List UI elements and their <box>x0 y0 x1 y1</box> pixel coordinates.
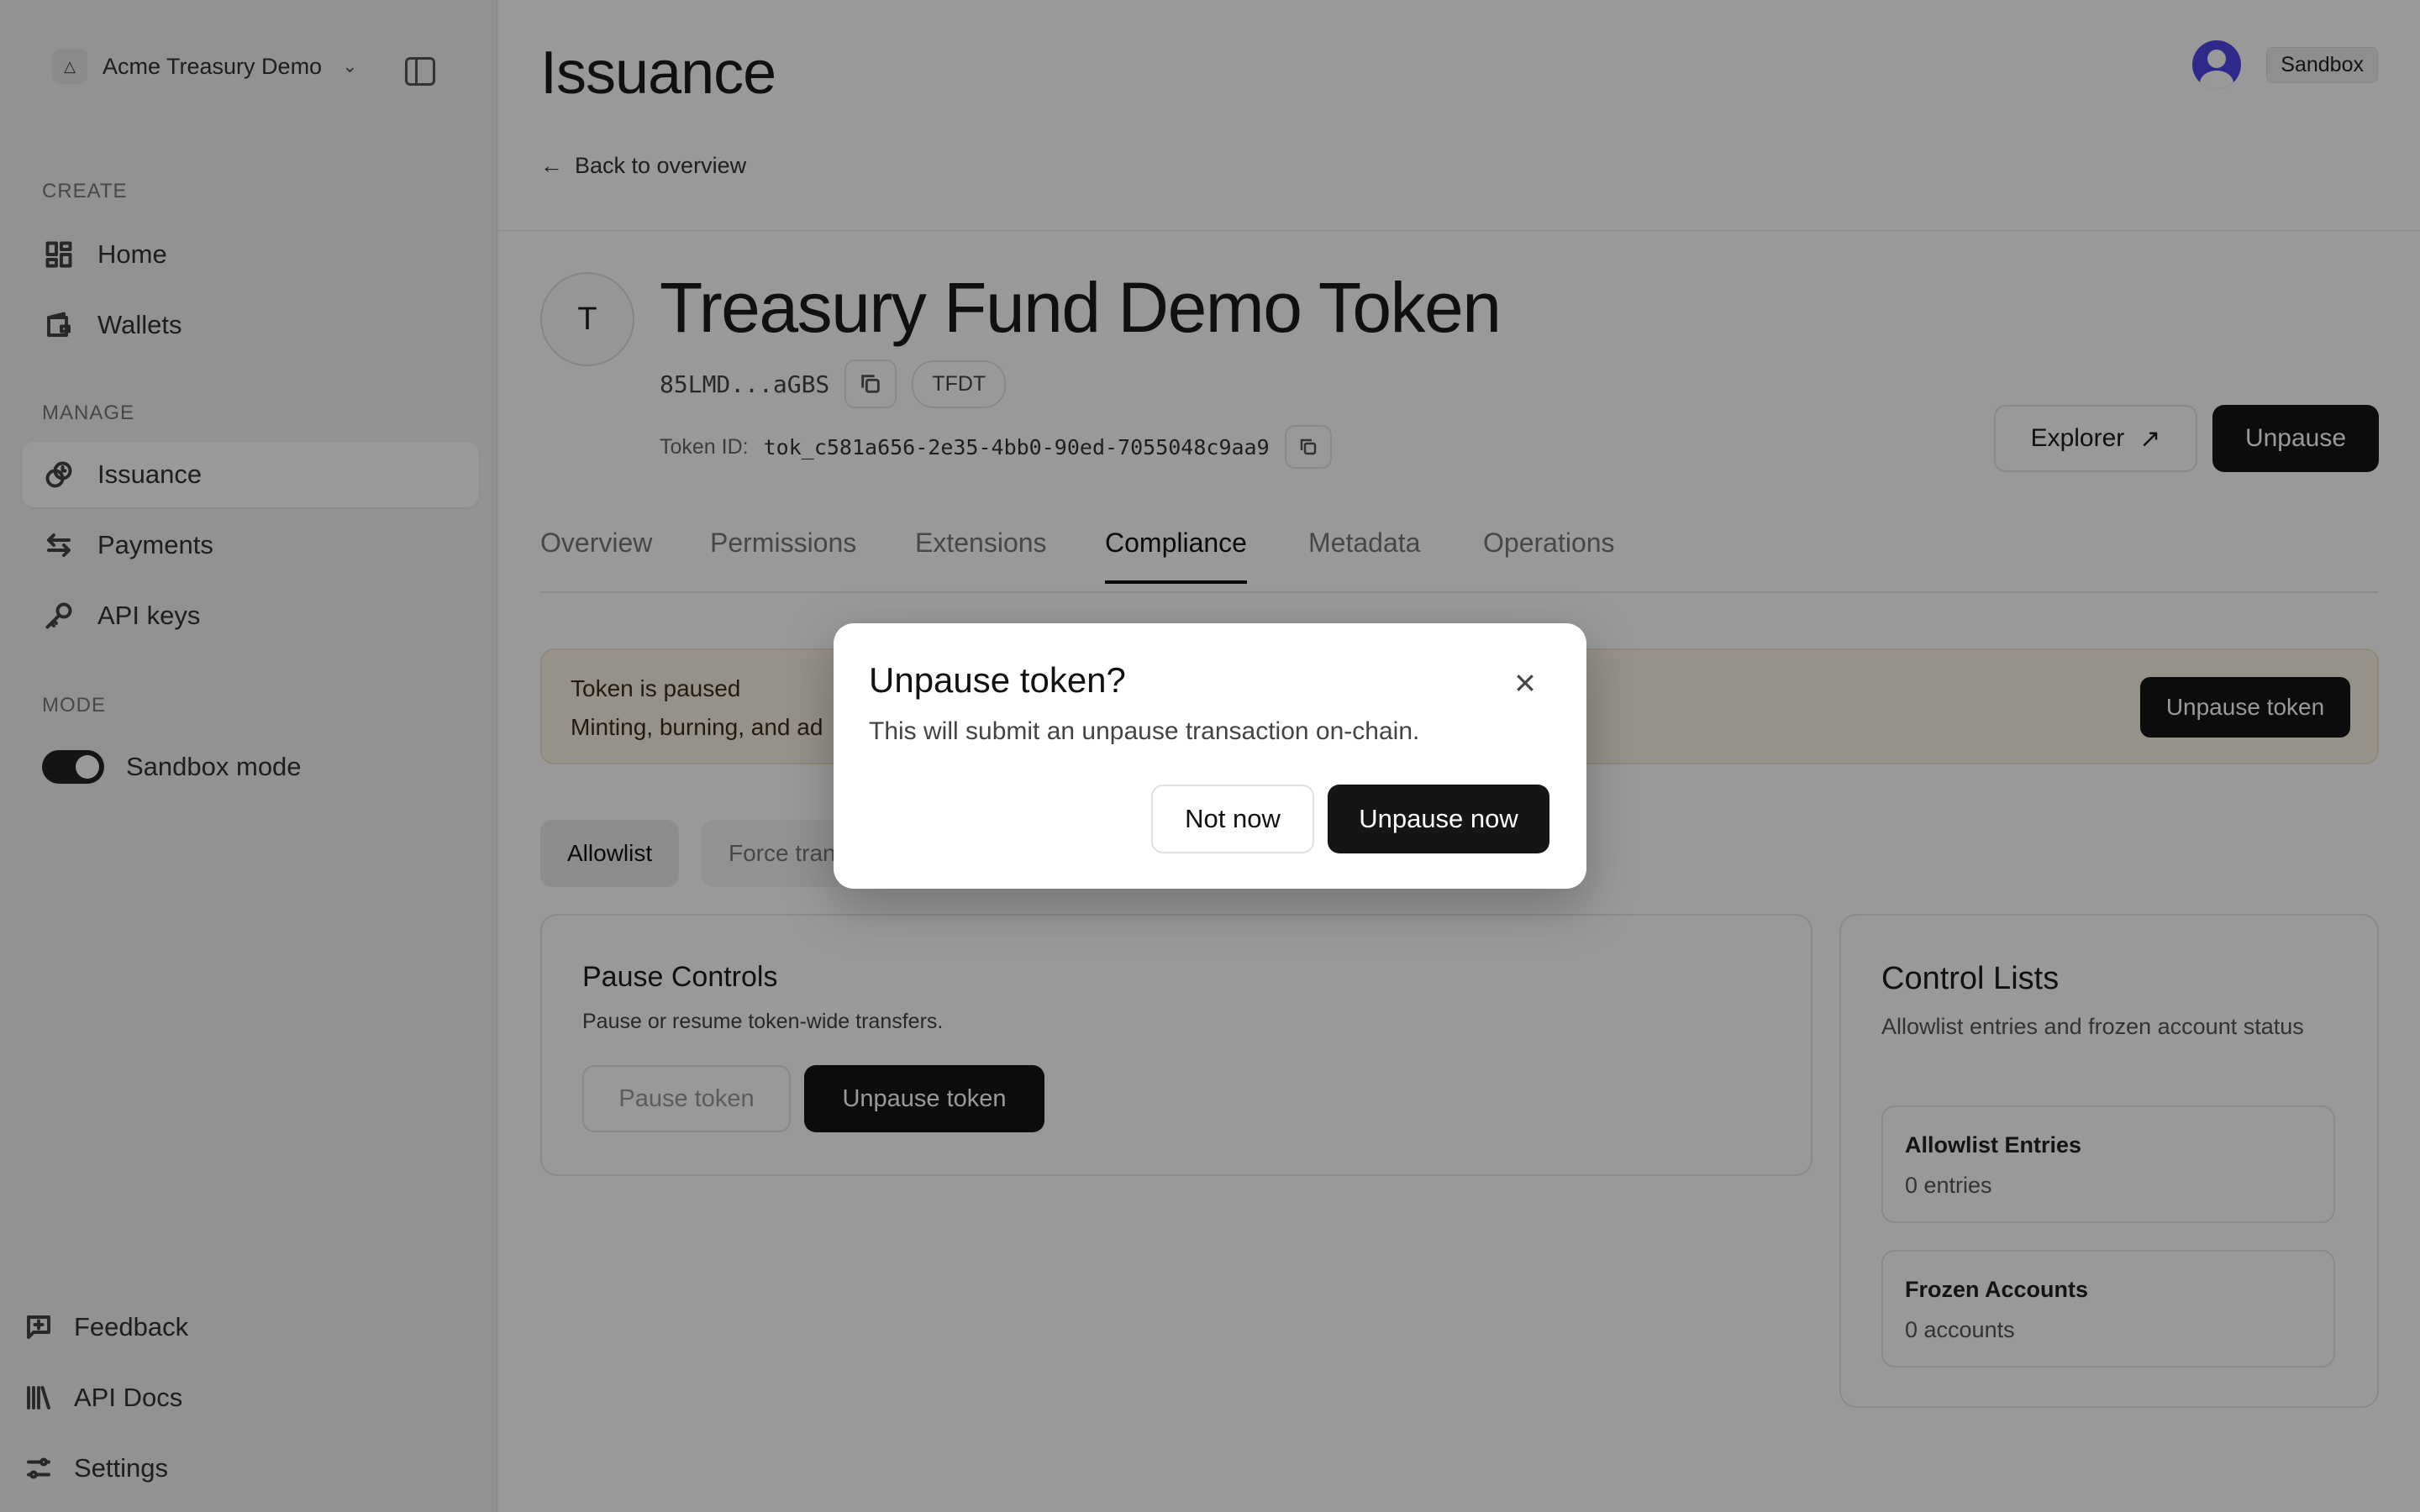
close-icon[interactable] <box>1512 670 1538 696</box>
dialog-desc: This will submit an unpause transaction … <box>869 717 1420 745</box>
unpause-now-button[interactable]: Unpause now <box>1328 785 1549 853</box>
unpause-confirm-dialog: Unpause token? This will submit an unpau… <box>834 623 1586 889</box>
not-now-button[interactable]: Not now <box>1151 785 1314 853</box>
dialog-title: Unpause token? <box>869 660 1126 700</box>
